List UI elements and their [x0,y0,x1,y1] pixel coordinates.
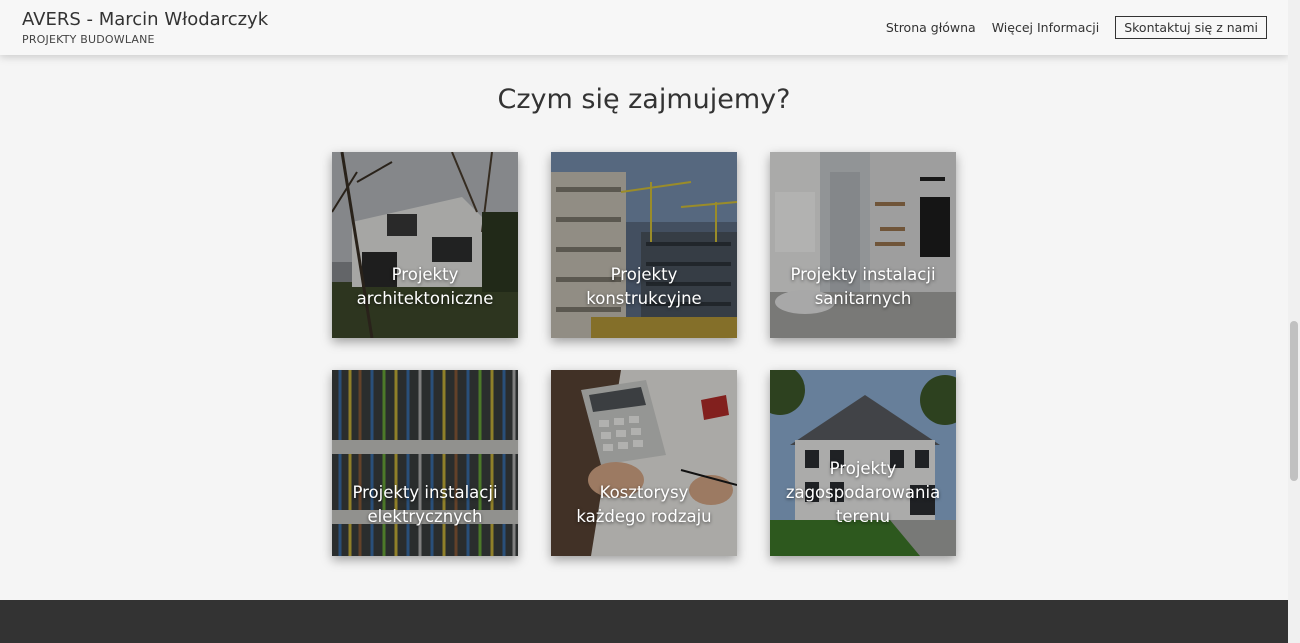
tile-architectural-projects[interactable]: Projekty architektoniczne [332,152,518,338]
tile-electrical-projects[interactable]: Projekty instalacji elektrycznych [332,370,518,556]
nav-links: Strona główna Więcej Informacji Skontakt… [870,16,1267,39]
section-title: Czym się zajmujemy? [497,84,791,115]
tile-label: Projekty instalacji sanitarnych [790,265,936,308]
brand-title[interactable]: AVERS - Marcin Włodarczyk [22,9,268,30]
tile-label: Projekty architektoniczne [356,265,494,308]
footer [0,600,1288,643]
nav-link-more-info[interactable]: Więcej Informacji [992,20,1100,35]
brand-subtitle: PROJEKTY BUDOWLANE [22,33,155,46]
tile-label: Kosztorysy każdego rodzaju [576,483,712,526]
navbar: AVERS - Marcin Włodarczyk PROJEKTY BUDOW… [0,0,1288,55]
page: AVERS - Marcin Włodarczyk PROJEKTY BUDOW… [0,0,1300,643]
tile-structural-projects[interactable]: Projekty konstrukcyjne [551,152,737,338]
tile-label: Projekty instalacji elektrycznych [352,483,498,526]
tile-label: Projekty zagospodarowania terenu [785,459,941,526]
tile-label: Projekty konstrukcyjne [586,265,702,308]
nav-link-home[interactable]: Strona główna [886,20,976,35]
tile-cost-estimates[interactable]: Kosztorysy każdego rodzaju [551,370,737,556]
tile-sanitary-projects[interactable]: Projekty instalacji sanitarnych [770,152,956,338]
contact-button[interactable]: Skontaktuj się z nami [1115,16,1267,39]
services-grid: Projekty architektoniczne Projekty konst… [332,152,956,556]
tile-land-development[interactable]: Projekty zagospodarowania terenu [770,370,956,556]
scrollbar-thumb[interactable] [1290,321,1298,481]
scrollbar[interactable] [1288,0,1300,643]
